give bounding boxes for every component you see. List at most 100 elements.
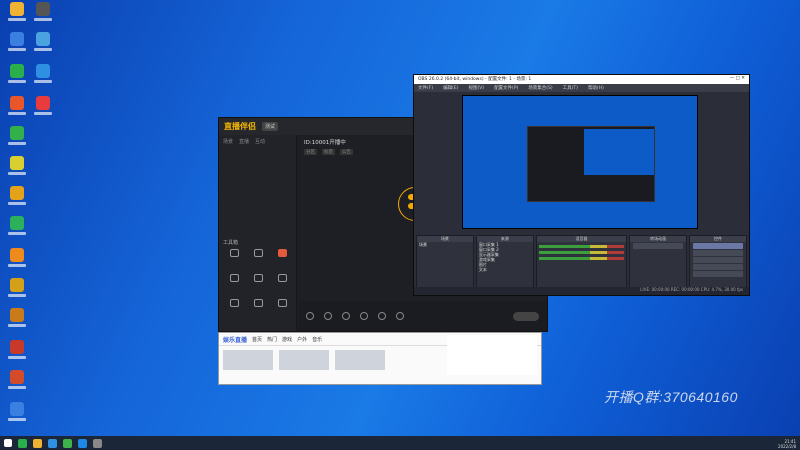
taskbar-app-icon[interactable] <box>33 438 42 448</box>
desktop-app-icon[interactable] <box>6 248 28 272</box>
obs-docks: 场景 场景 来源 窗口采集 1 窗口采集 2 显示器采集 游戏采集 图片 文本 … <box>414 235 749 289</box>
transitions-dock: 转场动画 <box>629 235 688 289</box>
obs-statusbar: LIVE: 00:00:00 REC: 00:00:00 CPU: 4.7%, … <box>414 287 749 295</box>
stream-app-logo: 直播伴侣 <box>224 122 256 131</box>
transition-select[interactable] <box>633 243 684 249</box>
start-live-button[interactable] <box>513 311 539 321</box>
menu-file[interactable]: 文件(F) <box>418 85 433 91</box>
desktop-app-icon[interactable] <box>6 402 28 426</box>
thumbnail[interactable] <box>223 350 273 370</box>
audio-meter[interactable] <box>538 257 625 260</box>
tab-interact[interactable]: 互动 <box>255 138 265 145</box>
toolbar-icon[interactable] <box>342 312 350 320</box>
taskbar-app-icon[interactable] <box>48 438 57 448</box>
sources-dock: 来源 窗口采集 1 窗口采集 2 显示器采集 游戏采集 图片 文本 <box>475 235 534 289</box>
desktop-app-icon[interactable] <box>6 308 28 332</box>
toolbar-icon[interactable] <box>360 312 368 320</box>
clock-date: 2022/2/8 <box>778 444 796 449</box>
exit-button[interactable] <box>693 271 743 277</box>
taskbar-app-icon[interactable] <box>63 438 72 448</box>
room-tag[interactable]: 分区 <box>304 149 317 155</box>
desktop-app-icon[interactable] <box>6 32 28 56</box>
toolbar-icon[interactable] <box>396 312 404 320</box>
menu-scene-collection[interactable]: 场景集合(S) <box>528 85 552 91</box>
stream-sidebar: 场景 直播 互动 工具箱 <box>219 135 297 331</box>
nav-link[interactable]: 首页 <box>252 336 262 343</box>
desktop-app-icon[interactable] <box>6 96 28 120</box>
toolbox-label: 工具箱 <box>223 240 239 246</box>
obs-menubar: 文件(F) 编辑(E) 视图(V) 配置文件(P) 场景集合(S) 工具(T) … <box>414 84 749 92</box>
nav-link[interactable]: 音乐 <box>312 336 322 343</box>
audio-meter[interactable] <box>538 251 625 254</box>
system-clock[interactable]: 21:41 2022/2/8 <box>778 439 796 449</box>
scene-item[interactable]: 场景 <box>417 242 473 247</box>
promo-card[interactable] <box>447 335 537 375</box>
menu-view[interactable]: 视图(V) <box>468 85 484 91</box>
studio-mode-button[interactable] <box>693 257 743 263</box>
taskbar-app-icon[interactable] <box>93 438 102 448</box>
desktop-app-icon[interactable] <box>6 340 28 364</box>
obs-window: OBS 26.0.2 (64-bit, windows) - 配置文件: 1 -… <box>413 74 750 296</box>
tool-button[interactable] <box>223 247 245 269</box>
tab-live[interactable]: 直播 <box>239 138 249 145</box>
obs-preview-canvas[interactable] <box>462 95 698 229</box>
tab-scene[interactable]: 场景 <box>223 138 233 145</box>
desktop-app-icon[interactable] <box>32 2 54 26</box>
source-item[interactable]: 文本 <box>477 267 533 272</box>
version-badge: 测试 <box>262 122 279 131</box>
obs-titlebar: OBS 26.0.2 (64-bit, windows) - 配置文件: 1 -… <box>414 75 749 84</box>
thumbnail[interactable] <box>335 350 385 370</box>
tool-button[interactable] <box>223 272 245 294</box>
taskbar-app-icon[interactable] <box>18 438 27 448</box>
taskbar-app-icon[interactable] <box>78 438 87 448</box>
settings-button[interactable] <box>693 264 743 270</box>
window-controls[interactable]: — □ ✕ <box>730 76 745 83</box>
menu-tools[interactable]: 工具(T) <box>563 85 578 91</box>
tool-button[interactable] <box>271 247 293 269</box>
desktop-app-icon[interactable] <box>32 32 54 56</box>
dock-header: 混音器 <box>536 236 627 242</box>
desktop-app-icon[interactable] <box>6 2 28 26</box>
tool-button[interactable] <box>271 297 293 319</box>
desktop-app-icon[interactable] <box>32 64 54 88</box>
tool-button[interactable] <box>247 247 269 269</box>
tool-button[interactable] <box>271 272 293 294</box>
nav-link[interactable]: 户外 <box>297 336 307 343</box>
tool-button[interactable] <box>247 297 269 319</box>
menu-profile[interactable]: 配置文件(P) <box>494 85 518 91</box>
browser-window: 娱乐直播 首页 热门 游戏 户外 音乐 <box>218 332 542 385</box>
controls-dock: 控件 <box>689 235 747 289</box>
audio-meter[interactable] <box>538 245 625 248</box>
desktop-app-icon[interactable] <box>6 278 28 302</box>
desktop-app-icon[interactable] <box>6 370 28 394</box>
toolbar-icon[interactable] <box>378 312 386 320</box>
menu-help[interactable]: 帮助(H) <box>588 85 604 91</box>
dock-header: 转场动画 <box>630 236 687 242</box>
start-icon[interactable] <box>4 439 12 447</box>
tool-button[interactable] <box>247 272 269 294</box>
toolbar-icon[interactable] <box>324 312 332 320</box>
qq-group-watermark: 开播Q群:370640160 <box>604 389 738 405</box>
desktop-app-icon[interactable] <box>6 186 28 210</box>
desktop-app-icon[interactable] <box>6 126 28 150</box>
nav-link[interactable]: 游戏 <box>282 336 292 343</box>
taskbar <box>0 436 800 450</box>
site-logo[interactable]: 娱乐直播 <box>223 335 247 344</box>
room-tag[interactable]: 公告 <box>340 149 353 155</box>
desktop-app-icon[interactable] <box>6 216 28 240</box>
start-recording-button[interactable] <box>693 250 743 256</box>
toolbox-grid <box>223 247 293 319</box>
stream-bottom-toolbar <box>298 301 547 331</box>
room-tag[interactable]: 标签 <box>322 149 335 155</box>
desktop-app-icon[interactable] <box>32 96 54 120</box>
thumbnail[interactable] <box>279 350 329 370</box>
nav-link[interactable]: 热门 <box>267 336 277 343</box>
tool-button[interactable] <box>223 297 245 319</box>
menu-edit[interactable]: 编辑(E) <box>443 85 458 91</box>
obs-title-text: OBS 26.0.2 (64-bit, windows) - 配置文件: 1 -… <box>418 77 532 82</box>
toolbar-icon[interactable] <box>306 312 314 320</box>
desktop-app-icon[interactable] <box>6 64 28 88</box>
start-streaming-button[interactable] <box>693 243 743 249</box>
desktop-app-icon[interactable] <box>6 156 28 180</box>
scenes-dock: 场景 场景 <box>416 235 474 289</box>
